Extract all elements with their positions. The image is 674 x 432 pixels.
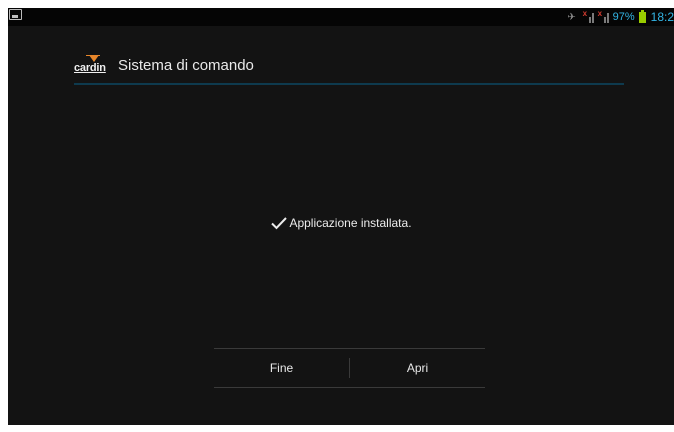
status-icons: ✈ x x 97% 18:2 [567, 8, 674, 26]
logo-wordmark: cardin [74, 62, 106, 74]
done-button[interactable]: Fine [214, 349, 349, 387]
checkmark-icon [271, 217, 288, 230]
mute-icon: ✈ [567, 11, 576, 23]
status-message: Applicazione installata. [289, 216, 412, 230]
install-status: Applicazione installata. [8, 212, 674, 234]
image-notification-icon [9, 9, 22, 20]
app-header: cardin Sistema di comando [74, 52, 254, 78]
clock: 18:2 [650, 10, 674, 24]
battery-icon [638, 9, 646, 23]
page-title: Sistema di comando [118, 56, 254, 74]
signal-icon: x [598, 9, 610, 23]
status-bar: ✈ x x 97% 18:2 [8, 8, 674, 26]
header-divider [74, 83, 624, 85]
screen: ✈ x x 97% 18:2 cardin Sistema di comando… [8, 8, 674, 425]
signal-icon: x [583, 9, 595, 23]
cardin-logo: cardin [74, 55, 110, 75]
action-bar: Fine Apri [214, 348, 485, 388]
battery-percent: 97% [612, 11, 635, 23]
open-button[interactable]: Apri [350, 349, 485, 387]
